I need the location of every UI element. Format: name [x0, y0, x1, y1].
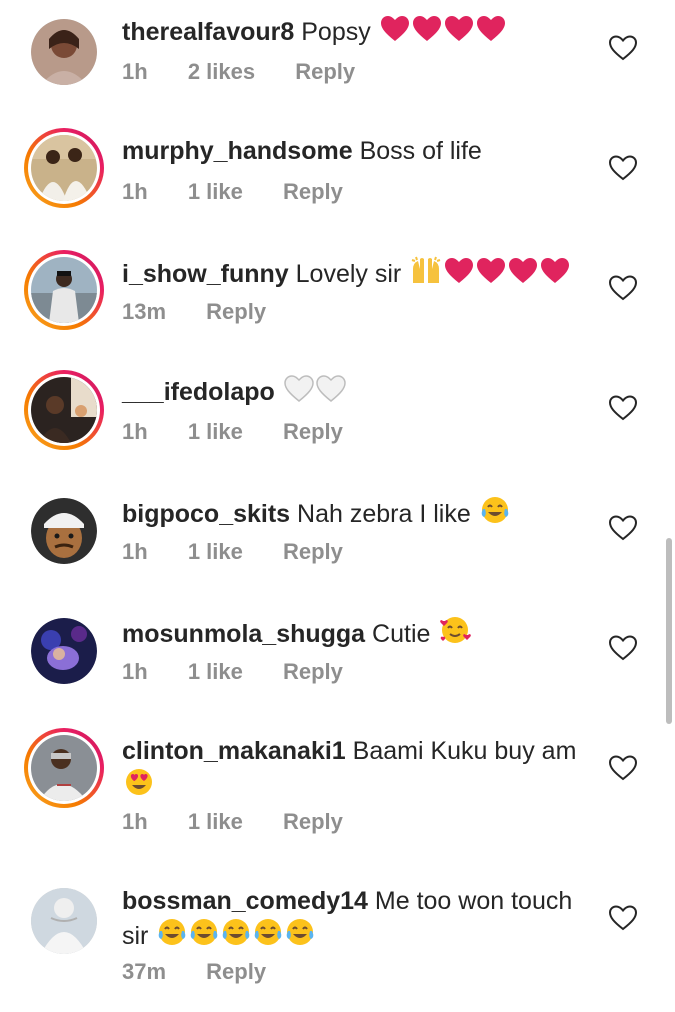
tears-of-joy-emoji: [287, 919, 314, 945]
heart-outline-icon[interactable]: [608, 633, 638, 663]
tears-of-joy-emoji: [255, 919, 282, 945]
comment-time: 1h: [122, 179, 148, 204]
reply-button[interactable]: Reply: [283, 808, 343, 836]
red-heart-emoji: [541, 258, 570, 283]
avatar[interactable]: [24, 728, 104, 808]
avatar[interactable]: [31, 618, 97, 684]
comment-emojis: [478, 497, 510, 528]
comment-time: 1h: [122, 59, 148, 84]
comment-text: Popsy: [301, 18, 371, 46]
comment-emojis: [282, 375, 346, 406]
comment-emojis: [155, 919, 315, 950]
smiling-face-with-hearts-emoji: [440, 617, 472, 643]
avatar-photo: [31, 735, 97, 801]
tears-of-joy-emoji: [481, 497, 508, 523]
avatar[interactable]: [31, 888, 97, 954]
red-heart-emoji: [509, 258, 538, 283]
comment-time: 1h: [122, 659, 148, 684]
avatar[interactable]: [31, 498, 97, 564]
heart-outline-icon[interactable]: [608, 393, 638, 423]
red-heart-emoji: [476, 16, 505, 41]
comment-time: 1h: [122, 539, 148, 564]
heart-eyes-emoji: [126, 769, 152, 795]
heart-outline-icon[interactable]: [608, 753, 638, 783]
white-heart-emoji: [316, 375, 346, 402]
comment-emojis: [122, 769, 154, 800]
reply-button[interactable]: Reply: [283, 418, 343, 446]
comment-emojis: [408, 256, 570, 288]
heart-outline-icon[interactable]: [608, 153, 638, 183]
comment-likes[interactable]: 1 like: [188, 538, 243, 566]
tears-of-joy-emoji: [223, 919, 250, 945]
red-heart-emoji: [445, 258, 474, 283]
avatar[interactable]: [24, 370, 104, 450]
heart-outline-icon[interactable]: [608, 903, 638, 933]
comment-username[interactable]: bigpoco_skits: [122, 500, 290, 528]
comment-username[interactable]: ___ifedolapo: [122, 378, 275, 406]
reply-button[interactable]: Reply: [283, 538, 343, 566]
comment-time: 13m: [122, 299, 167, 324]
comment-time: 1h: [122, 809, 148, 834]
comment-likes[interactable]: 1 like: [188, 808, 243, 836]
comment-time: 37m: [122, 959, 167, 984]
reply-button[interactable]: Reply: [295, 58, 355, 86]
avatar[interactable]: [24, 250, 104, 330]
comment-likes[interactable]: 2 likes: [188, 58, 255, 86]
reply-button[interactable]: Reply: [283, 178, 343, 206]
comment-username[interactable]: therealfavour8: [122, 18, 294, 46]
tears-of-joy-emoji: [191, 919, 218, 945]
heart-outline-icon[interactable]: [608, 273, 638, 303]
comment-username[interactable]: bossman_comedy14: [122, 887, 368, 915]
comment-username[interactable]: murphy_handsome: [122, 137, 353, 165]
scrollbar-thumb[interactable]: [666, 538, 672, 724]
comment-likes[interactable]: 1 like: [188, 418, 243, 446]
comment-text: Nah zebra I like: [297, 500, 471, 528]
red-heart-emoji: [477, 258, 506, 283]
comment-text: Boss of life: [359, 137, 482, 165]
comment-emojis: [437, 617, 472, 648]
comment-likes[interactable]: 1 like: [188, 178, 243, 206]
tears-of-joy-emoji: [159, 919, 186, 945]
avatar-photo: [31, 618, 97, 684]
reply-button[interactable]: Reply: [283, 658, 343, 686]
avatar-photo: [31, 19, 97, 85]
raising-hands-emoji: [411, 256, 441, 283]
heart-outline-icon[interactable]: [608, 33, 638, 63]
comment-username[interactable]: clinton_makanaki1: [122, 737, 346, 765]
comment-emojis: [378, 16, 506, 46]
red-heart-emoji: [412, 16, 441, 41]
comment-likes[interactable]: 1 like: [188, 658, 243, 686]
reply-button[interactable]: Reply: [206, 298, 266, 326]
avatar[interactable]: [24, 128, 104, 208]
comment-text: Baami Kuku buy am: [352, 737, 577, 765]
avatar-photo: [31, 377, 97, 443]
red-heart-emoji: [444, 16, 473, 41]
reply-button[interactable]: Reply: [206, 958, 266, 986]
avatar-photo: [31, 498, 97, 564]
heart-outline-icon[interactable]: [608, 513, 638, 543]
avatar[interactable]: [31, 19, 97, 85]
red-heart-emoji: [380, 16, 409, 41]
avatar-photo: [31, 135, 97, 201]
comment-text: Lovely sir: [295, 260, 402, 288]
white-heart-emoji: [284, 375, 314, 402]
avatar-photo: [31, 888, 97, 954]
comment-text: Cutie: [372, 620, 431, 648]
avatar-photo: [31, 257, 97, 323]
comment-username[interactable]: i_show_funny: [122, 260, 289, 288]
comment-username[interactable]: mosunmola_shugga: [122, 620, 365, 648]
comment-time: 1h: [122, 419, 148, 444]
